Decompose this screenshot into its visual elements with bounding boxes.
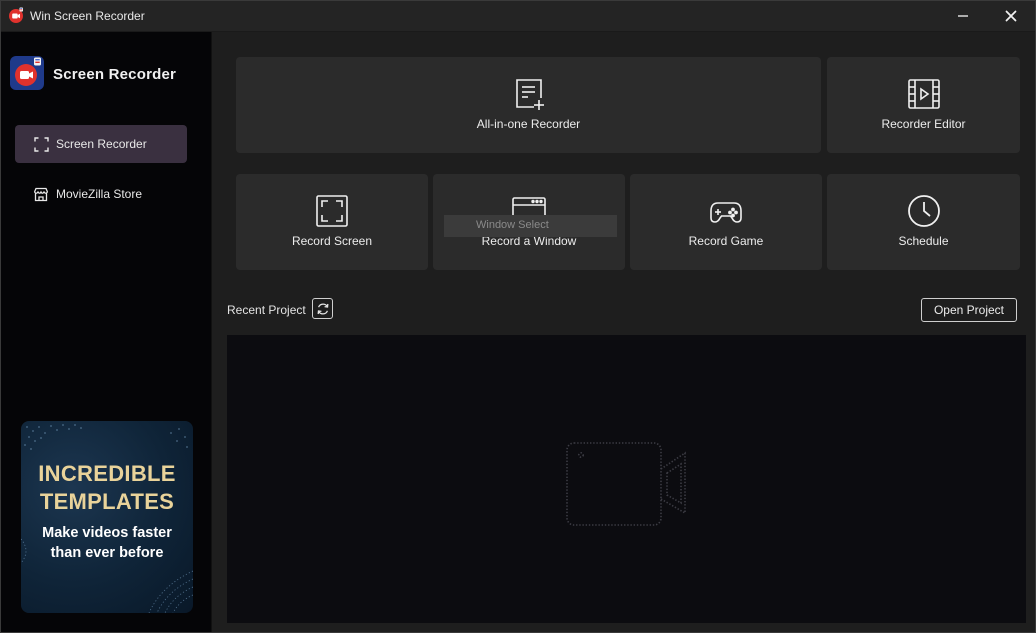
record-screen-button[interactable]: Record Screen xyxy=(236,174,428,270)
sidebar-item-label: MovieZilla Store xyxy=(56,187,143,201)
close-button[interactable] xyxy=(988,0,1034,32)
card-label: All-in-one Recorder xyxy=(476,117,581,131)
window-select-tooltip: Window Select xyxy=(444,215,617,237)
promo-banner[interactable]: INCREDIBLE TEMPLATES Make videos faster … xyxy=(21,421,193,613)
open-project-button[interactable]: Open Project xyxy=(921,298,1017,322)
sidebar-item-screen-recorder[interactable]: Screen Recorder xyxy=(15,125,187,163)
main-panel: All-in-one Recorder Recorder Editor Reco… xyxy=(213,32,1036,633)
close-icon xyxy=(1005,10,1017,22)
store-icon xyxy=(33,186,49,202)
promo-headline: INCREDIBLE TEMPLATES xyxy=(38,461,176,514)
card-label: Record Screen xyxy=(291,234,373,248)
sidebar-item-moviezilla-store[interactable]: MovieZilla Store xyxy=(15,175,187,213)
minimize-button[interactable] xyxy=(940,0,986,32)
recorder-editor-button[interactable]: Recorder Editor xyxy=(827,57,1020,153)
promo-dots-decoration xyxy=(21,424,193,613)
promo-subtitle: Make videos faster than ever before xyxy=(42,525,172,561)
minimize-icon xyxy=(958,15,968,17)
screen-frame-icon xyxy=(316,195,348,227)
refresh-button[interactable] xyxy=(312,298,333,319)
title-bar: Win Screen Recorder xyxy=(0,0,1036,32)
schedule-button[interactable]: Schedule xyxy=(827,174,1020,270)
sidebar: Screen Recorder Screen Recorder MovieZil… xyxy=(0,32,212,633)
brand-logo-icon xyxy=(10,56,44,90)
refresh-icon xyxy=(317,302,328,315)
video-camera-icon xyxy=(566,442,686,526)
window-title: Win Screen Recorder xyxy=(30,9,145,23)
document-plus-icon xyxy=(515,79,544,110)
card-label: Schedule xyxy=(898,234,949,248)
record-game-button[interactable]: Record Game xyxy=(630,174,822,270)
recent-project-label: Recent Project xyxy=(227,303,306,317)
app-logo-icon xyxy=(9,7,23,23)
card-label: Recorder Editor xyxy=(881,117,966,131)
card-label: Record Game xyxy=(688,234,764,248)
film-editor-icon xyxy=(907,79,940,109)
all-in-one-recorder-button[interactable]: All-in-one Recorder xyxy=(236,57,821,153)
brand-name: Screen Recorder xyxy=(53,66,177,83)
clock-icon xyxy=(907,195,940,227)
gamepad-icon xyxy=(710,202,742,223)
recent-projects-list xyxy=(227,335,1026,623)
sidebar-item-label: Screen Recorder xyxy=(56,137,147,151)
screen-recorder-icon xyxy=(33,136,49,152)
